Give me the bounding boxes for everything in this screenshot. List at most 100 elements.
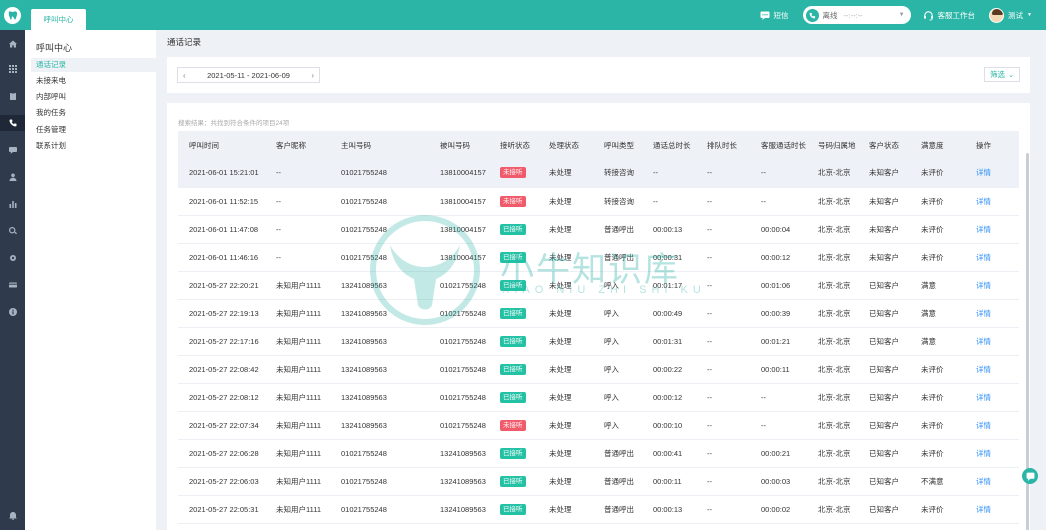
details-link[interactable]: 详情 [976, 281, 991, 290]
table-row[interactable]: 2021-06-01 11:47:08 -- 01021755248 13810004… [178, 215, 1019, 244]
user-menu[interactable]: 测试 ▼ [989, 7, 1032, 23]
table-row[interactable]: 2021-06-01 11:46:16 -- 01021755248 13810004… [178, 243, 1019, 272]
tab-call-center[interactable]: 呼叫中心 [31, 9, 86, 30]
rail-settings[interactable] [0, 250, 25, 266]
rail-docs[interactable] [0, 88, 25, 104]
chevron-right-icon[interactable]: › [311, 71, 314, 80]
details-link[interactable]: 详情 [976, 393, 991, 402]
details-link[interactable]: 详情 [976, 365, 991, 374]
details-link[interactable]: 详情 [976, 225, 991, 234]
details-link[interactable]: 详情 [976, 168, 991, 177]
table-cell: 未知用户1111 [265, 299, 330, 328]
records-card: 搜索结果：共找到符合条件的项目24项 呼叫时间 客户昵称 主叫号码 被叫号码 接听状态处… [167, 103, 1030, 530]
chat-fab[interactable] [1022, 468, 1038, 484]
table-row[interactable]: 2021-05-27 22:19:13 未知用户1111 13241089563 01… [178, 299, 1019, 328]
table-header-row: 呼叫时间 客户昵称 主叫号码 被叫号码 接听状态 处理状态 呼叫类型 通话总时长 排队时长 客服通… [178, 131, 1019, 159]
rail-notifications[interactable] [0, 508, 25, 524]
agent-status-select[interactable]: 离线 --:--:-- ▼ [802, 6, 911, 24]
table-row[interactable]: 2021-05-27 22:07:34 未知用户1111 13241089563 01… [178, 411, 1019, 440]
info-icon [8, 308, 17, 316]
rail-cards[interactable] [0, 277, 25, 293]
date-range-picker[interactable]: ‹ 2021-05-11 - 2021-06-09 › [177, 67, 320, 83]
table-cell: 01021755248 [429, 271, 489, 300]
details-link[interactable]: 详情 [976, 477, 991, 486]
search-icon [8, 227, 17, 235]
details-link[interactable]: 详情 [976, 505, 991, 514]
details-link[interactable]: 详情 [976, 337, 991, 346]
table-cell: -- [265, 215, 330, 244]
table-cell: 未处理 [538, 271, 593, 300]
app-logo[interactable] [0, 0, 25, 30]
rail-search[interactable] [0, 223, 25, 239]
table-cell: 北京-北京 [807, 383, 858, 412]
column-header: 被叫号码 [429, 131, 489, 159]
cell-text: 未知用户1111 [276, 420, 322, 430]
sidebar-item-task-management[interactable]: 任务管理 [31, 123, 175, 137]
table-row[interactable]: 2021-06-01 15:21:01 -- 01021755248 13810004… [178, 159, 1019, 188]
cell-text: 未知用户1111 [276, 364, 322, 374]
table-row[interactable]: 2021-05-27 22:08:12 未知用户1111 13241089563 01… [178, 383, 1019, 412]
table-cell: 未处理 [538, 355, 593, 384]
cell-text: 未知用户1111 [276, 476, 322, 486]
table-cell: 00:01:31 [642, 327, 696, 356]
table-row[interactable]: 2021-05-27 22:20:21 未知用户1111 13241089563 01… [178, 271, 1019, 300]
table-cell: 2021-06-01 11:52:15 [178, 187, 265, 216]
table-cell: 01021755248 [330, 439, 429, 468]
workbench-button[interactable]: 客服工作台 [923, 10, 975, 21]
filter-button[interactable]: 筛选 ⌄ [984, 67, 1020, 82]
cell-text: -- [276, 196, 281, 206]
rail-messages[interactable] [0, 142, 25, 158]
sidebar-item-missed-calls[interactable]: 未接来电 [31, 74, 175, 88]
cell-text: 00:00:31 [653, 252, 683, 262]
clipboard-icon [9, 92, 16, 100]
details-link[interactable]: 详情 [976, 309, 991, 318]
table-cell: 2021-05-27 22:07:34 [178, 411, 265, 440]
rail-call-center[interactable] [0, 115, 25, 131]
table-row[interactable]: 2021-05-27 22:06:28 未知用户1111 01021755248 13… [178, 439, 1019, 468]
table-row[interactable]: 2021-05-27 22:05:31 未知用户1111 01021755248 13… [178, 495, 1019, 524]
cell-text: 13241089563 [341, 420, 387, 430]
table-row[interactable]: 2021-05-27 22:17:16 未知用户1111 13241089563 01… [178, 327, 1019, 356]
table-cell: 已知客户 [858, 495, 910, 524]
rail-apps[interactable] [0, 61, 25, 77]
table-row[interactable]: 2021-05-27 22:06:03 未知用户1111 01021755248 13… [178, 467, 1019, 496]
details-link[interactable]: 详情 [976, 197, 991, 206]
table-cell: 2021-05-27 22:19:13 [178, 299, 265, 328]
rail-stats[interactable] [0, 196, 25, 212]
table-cell: 已接听 [489, 243, 538, 272]
cell-text: 北京-北京 [818, 364, 851, 374]
table-cell: 00:00:12 [642, 383, 696, 412]
rail-customers[interactable] [0, 169, 25, 185]
cell-text: 未处理 [549, 392, 572, 402]
sidebar-item-contact-plan[interactable]: 联系计划 [31, 139, 175, 153]
table-cell: 已知客户 [858, 299, 910, 328]
table-cell: 普通呼出 [593, 467, 642, 496]
cell-text: 13241089563 [341, 308, 387, 318]
table-cell: 不满意 [910, 467, 965, 496]
table-cell: -- [642, 159, 696, 188]
cell-text: 未评价 [921, 504, 944, 514]
sidebar-item-internal-call[interactable]: 内部呼叫 [31, 90, 175, 104]
cell-text: 北京-北京 [818, 476, 851, 486]
details-link[interactable]: 详情 [976, 253, 991, 262]
sidebar-item-call-records[interactable]: 通话记录 [31, 58, 175, 72]
sms-button[interactable]: 短信 [760, 10, 789, 21]
cell-text: 01021755248 [440, 280, 486, 290]
table-cell: 01021755248 [429, 299, 489, 328]
phone-icon [9, 119, 16, 127]
chevron-left-icon[interactable]: ‹ [183, 71, 186, 80]
table-row[interactable]: 2021-05-27 22:08:42 未知用户1111 13241089563 01… [178, 355, 1019, 384]
table-cell: 未接听 [489, 187, 538, 216]
details-link[interactable]: 详情 [976, 449, 991, 458]
cell-text: 2021-05-27 22:05:31 [189, 504, 259, 514]
rail-info[interactable] [0, 304, 25, 320]
table-cell: 详情 [965, 411, 1019, 440]
table-cell: 2021-06-01 15:21:01 [178, 159, 265, 188]
cell-text: 00:00:41 [653, 448, 683, 458]
table-cell: -- [696, 467, 750, 496]
table-cell: 已接听 [489, 327, 538, 356]
sidebar-item-my-tasks[interactable]: 我的任务 [31, 106, 175, 120]
rail-home[interactable] [0, 36, 25, 52]
details-link[interactable]: 详情 [976, 421, 991, 430]
table-row[interactable]: 2021-06-01 11:52:15 -- 01021755248 13810004… [178, 187, 1019, 216]
